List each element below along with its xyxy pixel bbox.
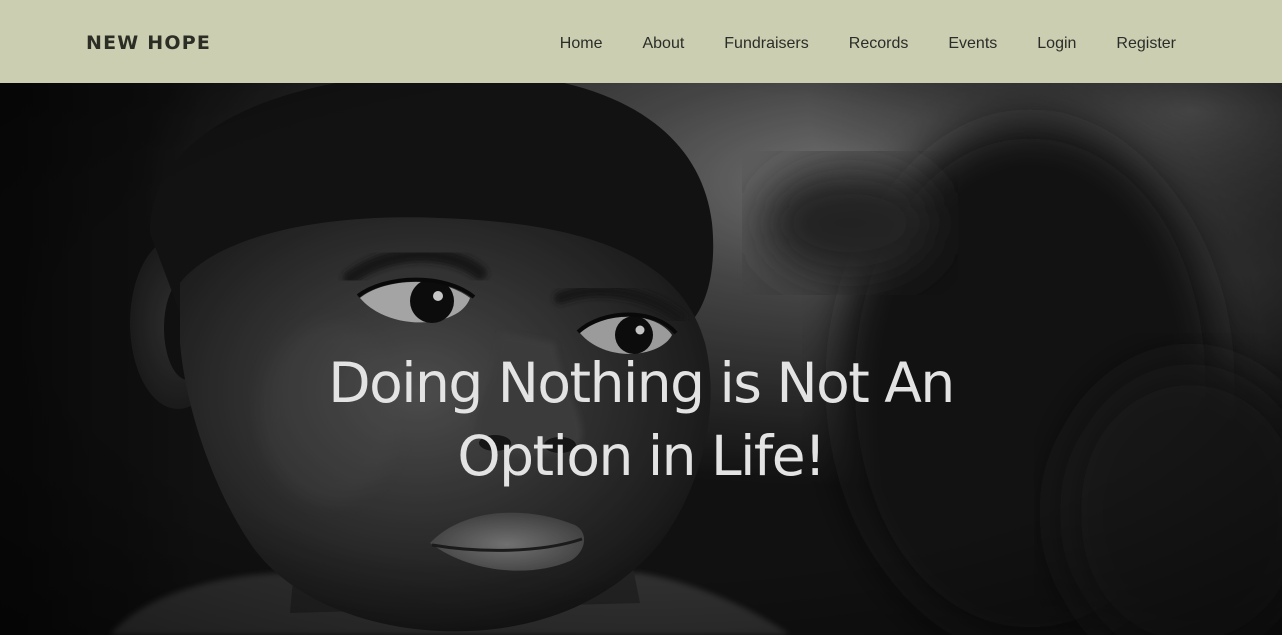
- hero-headline: Doing Nothing is Not An Option in Life!: [0, 347, 1282, 493]
- main-nav: Home About Fundraisers Records Events Lo…: [560, 33, 1176, 55]
- navbar: NEW HOPE Home About Fundraisers Records …: [0, 0, 1282, 83]
- hero-headline-line-2: Option in Life!: [457, 424, 826, 488]
- nav-link-home[interactable]: Home: [560, 33, 603, 55]
- hero-headline-line-1: Doing Nothing is Not An: [328, 351, 955, 415]
- nav-link-fundraisers[interactable]: Fundraisers: [724, 33, 808, 55]
- nav-link-records[interactable]: Records: [849, 33, 909, 55]
- nav-link-events[interactable]: Events: [948, 33, 997, 55]
- nav-link-about[interactable]: About: [642, 33, 684, 55]
- nav-link-register[interactable]: Register: [1116, 33, 1176, 55]
- hero-section: Doing Nothing is Not An Option in Life!: [0, 83, 1282, 635]
- nav-link-login[interactable]: Login: [1037, 33, 1076, 55]
- brand-logo[interactable]: NEW HOPE: [86, 30, 211, 56]
